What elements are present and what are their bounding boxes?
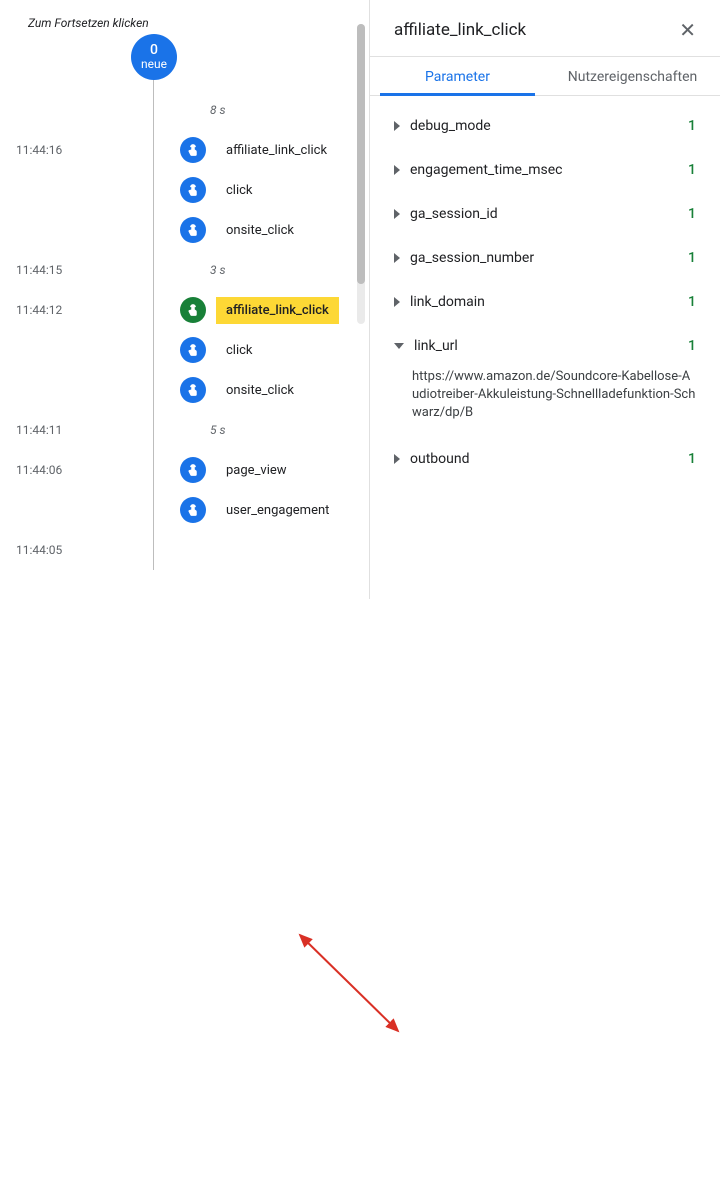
detail-title: affiliate_link_click [394,20,526,40]
chevron-right-icon [394,454,400,464]
event-item[interactable]: user_engagement [216,497,339,524]
parameter-row[interactable]: ga_session_id 1 [394,192,696,236]
timestamp: 11:44:12 [16,303,76,317]
detail-tabs: Parameter Nutzereigenschaften [370,57,720,96]
parameter-count: 1 [688,294,696,310]
parameter-name: outbound [410,451,469,467]
scrollbar-thumb[interactable] [357,24,365,284]
touch-icon[interactable] [180,177,206,203]
parameter-count: 1 [688,162,696,178]
timestamp: 11:44:16 [16,143,76,157]
time-gap-label: 8 s [210,103,226,117]
timestamp: 11:44:11 [16,423,76,437]
event-item[interactable]: click [216,177,263,204]
parameter-name: link_url [414,338,458,354]
timeline-panel: Zum Fortsetzen klicken 0 neue 8 s 11:44:1… [0,0,370,599]
timestamp: 11:44:05 [16,543,76,557]
timestamp: 11:44:15 [16,263,76,277]
touch-icon[interactable] [180,457,206,483]
parameter-name: engagement_time_msec [410,162,563,178]
resume-hint[interactable]: Zum Fortsetzen klicken [28,16,369,30]
event-item[interactable]: onsite_click [216,377,304,404]
touch-icon[interactable] [180,337,206,363]
parameter-row[interactable]: outbound 1 [394,437,696,481]
time-gap-label: 3 s [210,263,226,277]
scrollbar[interactable] [357,24,365,324]
chevron-right-icon [394,297,400,307]
parameter-count: 1 [688,118,696,134]
touch-icon[interactable] [180,217,206,243]
chevron-right-icon [394,121,400,131]
annotation-arrow [0,599,720,1198]
parameter-count: 1 [688,451,696,467]
parameter-name: debug_mode [410,118,491,134]
parameter-name: link_domain [410,294,485,310]
timestamp: 11:44:06 [16,463,76,477]
parameter-row[interactable]: engagement_time_msec 1 [394,148,696,192]
parameter-name: ga_session_number [410,250,534,266]
event-item[interactable]: page_view [216,457,297,484]
parameter-row[interactable]: ga_session_number 1 [394,236,696,280]
touch-icon[interactable] [180,297,206,323]
parameter-count: 1 [688,250,696,266]
chevron-right-icon [394,253,400,263]
detail-panel: affiliate_link_click ✕ Parameter Nutzere… [370,0,720,599]
parameter-row[interactable]: link_url 1 [394,324,696,368]
chevron-right-icon [394,165,400,175]
parameter-count: 1 [688,338,696,354]
parameter-count: 1 [688,206,696,222]
event-item[interactable]: onsite_click [216,217,304,244]
chevron-right-icon [394,209,400,219]
event-item[interactable]: click [216,337,263,364]
event-item[interactable]: affiliate_link_click [216,297,339,324]
parameter-name: ga_session_id [410,206,498,222]
tab-parameter[interactable]: Parameter [370,57,545,95]
tab-userprops[interactable]: Nutzereigenschaften [545,57,720,95]
parameter-row[interactable]: link_domain 1 [394,280,696,324]
close-icon[interactable]: ✕ [679,20,696,40]
parameter-value: https://www.amazon.de/Soundcore-Kabellos… [412,368,696,423]
parameter-list: debug_mode1engagement_time_msec1ga_sessi… [370,96,720,489]
touch-icon[interactable] [180,377,206,403]
event-item[interactable]: affiliate_link_click [216,137,337,164]
time-gap-label: 5 s [210,423,226,437]
parameter-row[interactable]: debug_mode 1 [394,104,696,148]
touch-icon[interactable] [180,497,206,523]
new-events-badge[interactable]: 0 neue [131,34,177,80]
chevron-down-icon [394,343,404,349]
touch-icon[interactable] [180,137,206,163]
